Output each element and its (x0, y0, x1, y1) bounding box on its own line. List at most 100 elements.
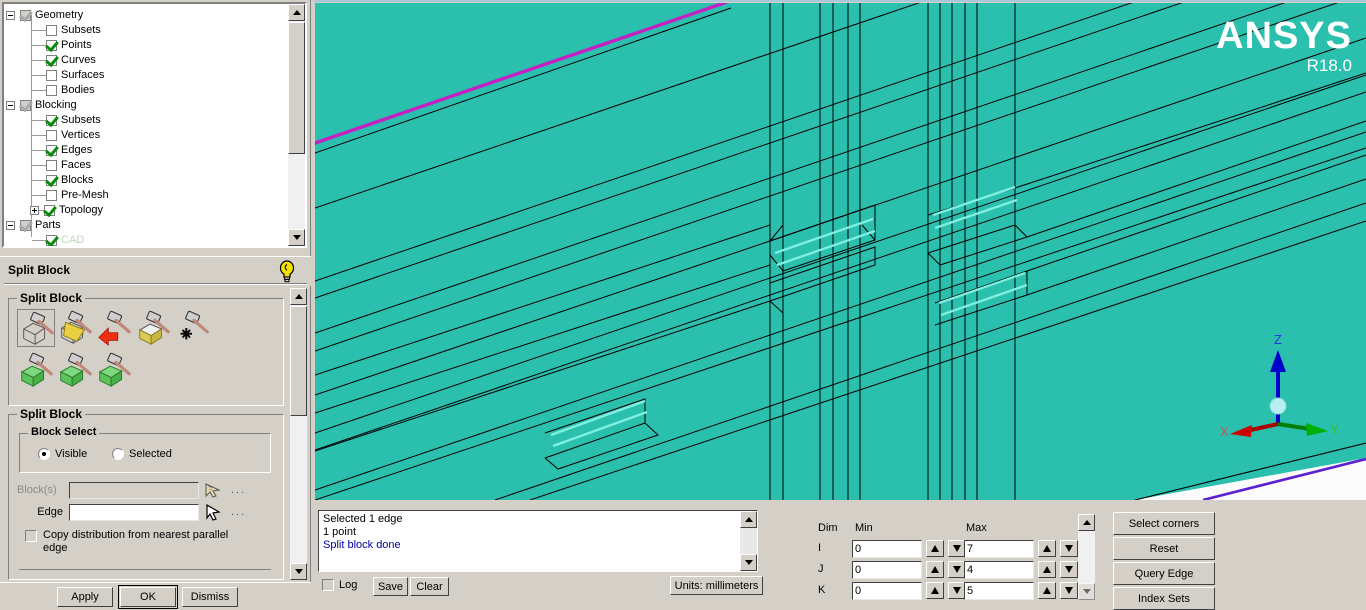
blocks-more-button[interactable]: ... (231, 484, 246, 496)
tree-item-blocking[interactable]: Blocking (6, 98, 77, 113)
tree-item-checkbox[interactable] (46, 40, 57, 51)
tree-item-faces[interactable]: Faces (46, 158, 91, 173)
tree-item-subsets[interactable]: Subsets (46, 113, 101, 128)
query-edge-button[interactable]: Query Edge (1113, 562, 1215, 585)
message-scroll-up-button[interactable] (740, 511, 757, 528)
dismiss-button[interactable]: Dismiss (182, 587, 238, 607)
index-min-input-J[interactable]: 0 (852, 561, 922, 579)
index-panel-scrollbar[interactable] (1078, 514, 1095, 600)
tree-scroll-up-button[interactable] (288, 4, 305, 21)
split-block-green-cut-icon[interactable] (95, 351, 133, 389)
tree-scroll-down-button[interactable] (288, 229, 305, 246)
tree-item-pre-mesh[interactable]: Pre-Mesh (46, 188, 109, 203)
edge-more-button[interactable]: ... (231, 506, 246, 518)
panel-scroll-area[interactable]: Split Block Split Block Block Select Vis… (2, 288, 309, 580)
expand-icon[interactable] (30, 206, 39, 215)
panel-scroll-down-button[interactable] (290, 563, 307, 580)
index-max-decrement-J[interactable] (1060, 561, 1078, 578)
tree-item-parts[interactable]: Parts (6, 218, 61, 233)
clear-button[interactable]: Clear (410, 577, 449, 596)
split-block-face-icon[interactable] (95, 309, 133, 347)
apply-button[interactable]: Apply (57, 587, 113, 607)
split-block-extend-icon[interactable] (134, 309, 172, 347)
tree-item-checkbox[interactable] (46, 115, 57, 126)
tree-item-checkbox[interactable] (46, 145, 57, 156)
index-max-decrement-K[interactable] (1060, 582, 1078, 599)
split-block-green-icon[interactable] (17, 351, 55, 389)
tree-item-topology[interactable]: Topology (30, 203, 103, 218)
tree-item-checkbox[interactable] (46, 235, 57, 246)
collapse-icon[interactable] (6, 101, 15, 110)
tree-item-edges[interactable]: Edges (46, 143, 92, 158)
index-min-increment-K[interactable] (926, 582, 944, 599)
message-scrollbar[interactable] (740, 511, 757, 571)
tree-item-checkbox[interactable] (20, 10, 31, 21)
tree-scroll-thumb[interactable] (288, 22, 305, 154)
panel-scroll-thumb[interactable] (290, 306, 307, 416)
copy-distribution-checkbox-box[interactable] (25, 530, 37, 542)
panel-scrollbar[interactable] (290, 288, 307, 580)
split-block-green-mesh-icon[interactable] (56, 351, 94, 389)
tree-item-surfaces[interactable]: Surfaces (46, 68, 104, 83)
radio-visible[interactable]: Visible (38, 448, 87, 460)
model-tree-panel[interactable]: Geometry Subsets Points Curves Surfaces Bodie… (2, 2, 307, 248)
tree-item-geometry[interactable]: Geometry (6, 8, 83, 23)
log-checkbox-box[interactable] (322, 579, 334, 591)
tree-item-checkbox[interactable] (46, 160, 57, 171)
index-max-increment-I[interactable] (1038, 540, 1056, 557)
ok-button[interactable]: OK (118, 585, 178, 609)
tree-item-checkbox[interactable] (46, 175, 57, 186)
tree-item-subsets[interactable]: Subsets (46, 23, 101, 38)
tree-item-cad[interactable]: CAD (46, 233, 84, 246)
select-blocks-cursor-icon[interactable] (203, 481, 225, 499)
tree-item-checkbox[interactable] (46, 55, 57, 66)
index-max-decrement-I[interactable] (1060, 540, 1078, 557)
split-block-ogrid-icon[interactable] (56, 309, 94, 347)
radio-selected-indicator[interactable] (112, 448, 124, 460)
tree-item-checkbox[interactable] (46, 130, 57, 141)
tree-item-checkbox[interactable] (46, 25, 57, 36)
save-button[interactable]: Save (373, 577, 408, 596)
index-max-input-J[interactable]: 4 (964, 561, 1034, 579)
lightbulb-icon[interactable] (277, 260, 297, 284)
radio-selected[interactable]: Selected (112, 448, 172, 460)
tree-item-checkbox[interactable] (20, 100, 31, 111)
index-scroll-down-button[interactable] (1078, 583, 1095, 600)
collapse-icon[interactable] (6, 221, 15, 230)
tree-item-checkbox[interactable] (46, 85, 57, 96)
index-max-increment-K[interactable] (1038, 582, 1056, 599)
select-edge-cursor-icon[interactable] (203, 503, 225, 521)
tree-item-vertices[interactable]: Vertices (46, 128, 100, 143)
tree-item-points[interactable]: Points (46, 38, 92, 53)
edge-input[interactable] (69, 503, 199, 521)
collapse-icon[interactable] (6, 11, 15, 20)
tree-item-checkbox[interactable] (46, 190, 57, 201)
index-min-input-I[interactable]: 0 (852, 540, 922, 558)
message-scroll-down-button[interactable] (740, 554, 757, 571)
graphics-viewport[interactable]: ANSYS R18.0 Z X Y (315, 3, 1366, 500)
index-max-input-K[interactable]: 5 (964, 582, 1034, 600)
index-max-increment-J[interactable] (1038, 561, 1056, 578)
panel-scroll-up-button[interactable] (290, 288, 307, 305)
copy-distribution-checkbox[interactable]: Copy distribution from nearest parallel … (25, 529, 273, 555)
reset-button[interactable]: Reset (1113, 537, 1215, 560)
tree-item-bodies[interactable]: Bodies (46, 83, 95, 98)
model-tree-list[interactable]: Geometry Subsets Points Curves Surfaces Bodie… (4, 4, 287, 246)
index-min-increment-J[interactable] (926, 561, 944, 578)
select-corners-button[interactable]: Select corners (1113, 512, 1215, 535)
tree-item-curves[interactable]: Curves (46, 53, 96, 68)
index-sets-button[interactable]: Index Sets (1113, 587, 1215, 610)
tree-item-checkbox[interactable] (20, 220, 31, 231)
split-block-vertex-icon[interactable] (173, 309, 211, 347)
split-block-icon[interactable] (17, 309, 55, 347)
index-min-input-K[interactable]: 0 (852, 582, 922, 600)
radio-visible-indicator[interactable] (38, 448, 50, 460)
tree-item-checkbox[interactable] (44, 205, 55, 216)
message-window[interactable]: Selected 1 edge 1 point Split block done (318, 510, 758, 572)
tree-item-blocks[interactable]: Blocks (46, 173, 93, 188)
index-min-increment-I[interactable] (926, 540, 944, 557)
tree-item-checkbox[interactable] (46, 70, 57, 81)
log-checkbox[interactable]: Log (322, 579, 357, 591)
units-button[interactable]: Units: millimeters (670, 576, 763, 595)
index-scroll-up-button[interactable] (1078, 514, 1095, 531)
